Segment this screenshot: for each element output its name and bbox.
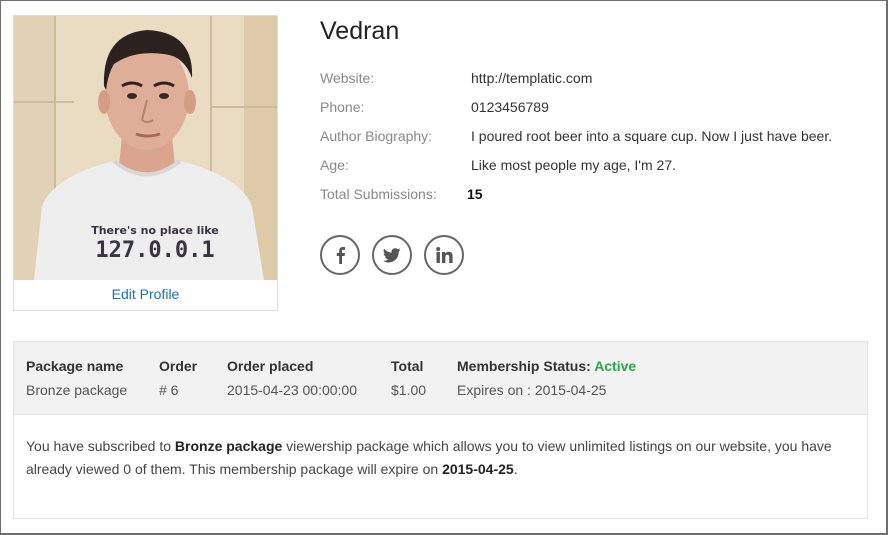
- table-cell: Expires on : 2015-04-25: [457, 382, 607, 398]
- avatar: There's no place like 127.0.0.1: [14, 16, 277, 280]
- status-badge: Active: [594, 358, 637, 374]
- detail-label: Phone:: [320, 99, 365, 115]
- membership-message: You have subscribed to Bronze package vi…: [26, 435, 856, 481]
- author-name: Vedran: [320, 17, 400, 45]
- detail-label: Age:: [320, 157, 349, 173]
- message-expiry: 2015-04-25: [442, 461, 514, 477]
- table-cell: Bronze package: [26, 382, 128, 398]
- status-label: Membership Status:: [457, 358, 591, 374]
- linkedin-icon[interactable]: [424, 235, 464, 275]
- table-cell: # 6: [159, 382, 179, 398]
- facebook-icon[interactable]: [320, 235, 360, 275]
- column-header: Membership Status: Active: [457, 358, 636, 374]
- message-text: .: [513, 461, 518, 477]
- table-cell: 2015-04-23 00:00:00: [227, 382, 357, 398]
- edit-profile-link[interactable]: Edit Profile: [14, 286, 277, 302]
- twitter-icon[interactable]: [372, 235, 412, 275]
- column-header: Total: [391, 358, 424, 374]
- detail-value: 0123456789: [471, 99, 549, 115]
- message-text: You have subscribed to: [26, 438, 175, 454]
- detail-label: Total Submissions:: [320, 186, 437, 202]
- column-header: Order: [159, 358, 198, 374]
- detail-value: Like most people my age, I'm 27.: [471, 157, 676, 173]
- detail-label: Author Biography:: [320, 128, 433, 144]
- column-header: Order placed: [227, 358, 314, 374]
- table-cell: $1.00: [391, 382, 427, 398]
- submissions-count: 15: [467, 186, 483, 202]
- avatar-card: There's no place like 127.0.0.1 Edit Pro…: [13, 15, 278, 311]
- detail-value: I poured root beer into a square cup. No…: [471, 128, 833, 144]
- column-header: Package name: [26, 358, 124, 374]
- shirt-text-line2: 127.0.0.1: [95, 238, 214, 263]
- website-link[interactable]: http://templatic.com: [471, 70, 592, 86]
- social-links: [320, 235, 464, 275]
- detail-label: Website:: [320, 70, 375, 86]
- message-package: Bronze package: [174, 438, 283, 454]
- shirt-text-line1: There's no place like: [91, 224, 219, 237]
- membership-table: Package name Bronze package Order # 6 Or…: [14, 342, 867, 415]
- membership-panel: Package name Bronze package Order # 6 Or…: [13, 341, 868, 519]
